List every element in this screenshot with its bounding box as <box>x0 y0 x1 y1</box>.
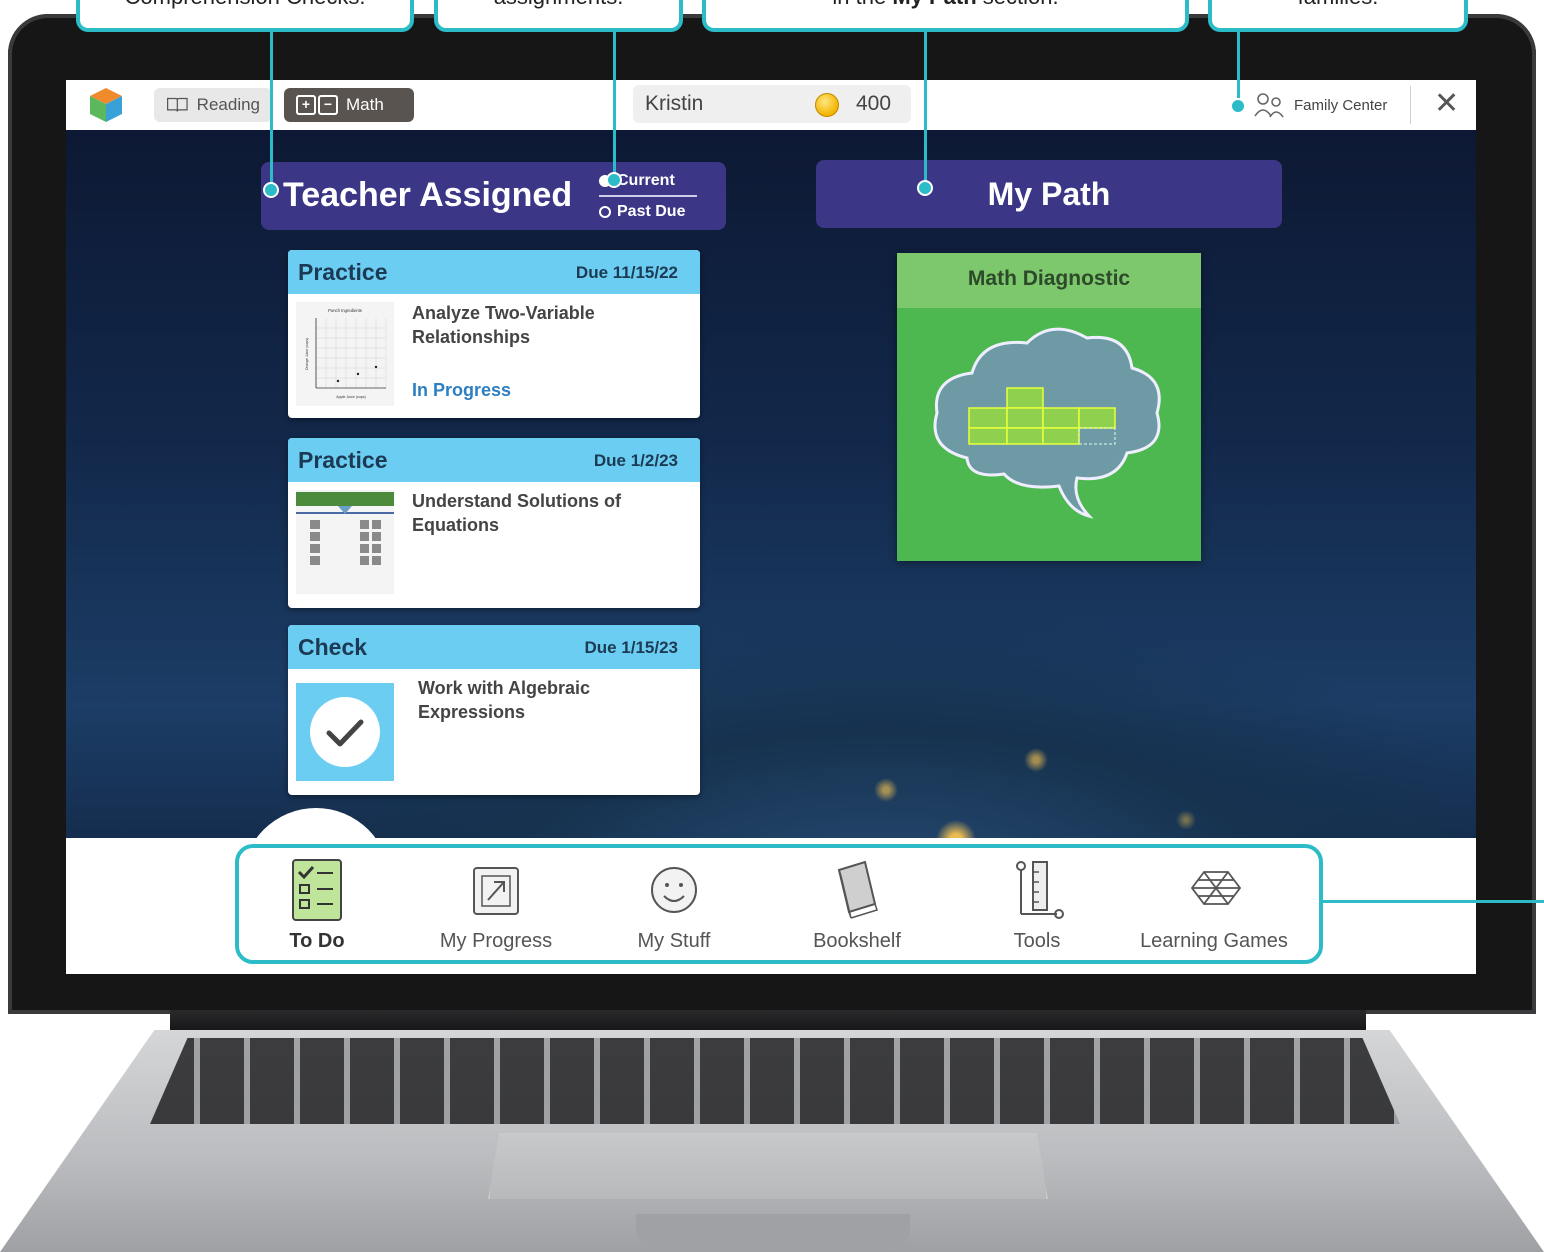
checkmark-icon <box>310 697 380 767</box>
my-path-title: My Path <box>987 176 1111 212</box>
nav-highlight-box <box>235 844 1323 964</box>
laptop-trackpad <box>488 1133 1048 1199</box>
callout-box: Comprehension Checks. <box>76 0 414 32</box>
callout-connector <box>613 32 616 180</box>
callout-dot <box>1230 98 1246 114</box>
app-screen: Reading + − Math Kristin 400 Family Cente… <box>66 80 1476 974</box>
tab-math[interactable]: + − Math <box>284 88 414 122</box>
coin-icon <box>815 93 839 117</box>
callout-text-pre: in the <box>832 0 892 9</box>
check-thumbnail <box>296 683 394 781</box>
user-name: Kristin <box>645 92 704 115</box>
radio-unselected-icon <box>599 206 611 218</box>
callout-box: assignments. <box>434 0 683 32</box>
card-type: Practice <box>298 259 388 285</box>
callout-dot <box>606 172 622 188</box>
callout-connector <box>1237 32 1240 104</box>
callout-connector <box>270 32 273 188</box>
thumb-y-label: Orange Juice (cups) <box>305 338 309 370</box>
filter-divider <box>599 195 697 197</box>
card-title: Understand Solutions of Equations <box>412 491 621 535</box>
callout-connector <box>924 32 927 186</box>
open-book-icon <box>167 97 188 112</box>
brain-blocks-icon <box>933 327 1161 519</box>
assignment-card[interactable]: Practice Due 11/15/22 Punch Ingredients … <box>288 250 700 418</box>
card-status: In Progress <box>412 380 512 400</box>
callout-box: families. <box>1208 0 1468 32</box>
assignment-card[interactable]: Check Due 1/15/23 Work with Algebraic Ex… <box>288 625 700 795</box>
balance-thumbnail <box>296 490 394 594</box>
filter-past-due-label: Past Due <box>617 203 686 220</box>
laptop-keyboard <box>150 1038 1400 1124</box>
callout-dot <box>917 180 933 196</box>
teacher-assigned-title: Teacher Assigned <box>283 176 573 214</box>
user-coins-box: Kristin 400 <box>633 85 911 123</box>
tab-reading[interactable]: Reading <box>154 88 272 122</box>
laptop-notch <box>636 1214 910 1252</box>
math-diagnostic-card[interactable]: Math Diagnostic <box>897 253 1201 561</box>
card-title: Work with Algebraic Expressions <box>418 678 591 722</box>
plus-minus-icon: + − <box>296 95 338 115</box>
callout-text: assignments. <box>494 0 624 9</box>
filter-current-label: Current <box>617 172 675 189</box>
card-header: Practice Due 1/2/23 <box>288 438 700 482</box>
top-bar: Reading + − Math Kristin 400 Family Cente… <box>66 80 1476 130</box>
callout-text-post: section. <box>977 0 1059 9</box>
math-diagnostic-header: Math Diagnostic <box>897 253 1201 308</box>
close-icon[interactable]: ✕ <box>1434 86 1459 122</box>
card-header: Check Due 1/15/23 <box>288 625 700 669</box>
filter-past-due[interactable]: Past Due <box>599 203 685 221</box>
assignment-card[interactable]: Practice Due 1/2/23 Understand Solutions… <box>288 438 700 608</box>
my-path-header: My Path <box>816 160 1282 228</box>
callout-text: families. <box>1298 0 1379 9</box>
card-title: Analyze Two-Variable Relationships <box>412 303 595 347</box>
callout-text-bold: My Path <box>892 0 976 9</box>
math-diagnostic-label: Math Diagnostic <box>967 267 1131 290</box>
card-header: Practice Due 11/15/22 <box>288 250 700 294</box>
card-due-date: Due 1/2/23 <box>593 451 678 470</box>
app-logo-icon[interactable] <box>88 86 124 124</box>
thumb-x-label: Apple Juice (cups) <box>336 395 366 399</box>
people-icon <box>1254 93 1284 118</box>
family-center-link[interactable]: Family Center <box>1254 90 1387 120</box>
card-due-date: Due 11/15/22 <box>575 263 678 282</box>
callout-dot <box>263 182 279 198</box>
tab-math-label: Math <box>346 95 384 114</box>
card-due-date: Due 1/15/23 <box>584 638 678 657</box>
thumb-chart-title: Punch Ingredients <box>328 308 362 313</box>
card-type: Check <box>298 634 368 660</box>
callout-box: in the My Path section. <box>702 0 1189 32</box>
family-center-label: Family Center <box>1294 96 1388 114</box>
nav-callout-connector <box>1323 900 1544 903</box>
graph-thumbnail: Punch Ingredients Apple Juice (cups) Ora… <box>296 302 394 406</box>
tab-reading-label: Reading <box>196 95 260 114</box>
card-type: Practice <box>298 447 388 473</box>
teacher-assigned-header: Teacher Assigned Current Past Due <box>261 162 726 230</box>
coin-count: 400 <box>856 92 892 115</box>
callout-text: Comprehension Checks. <box>125 0 366 9</box>
topbar-divider <box>1410 86 1411 124</box>
